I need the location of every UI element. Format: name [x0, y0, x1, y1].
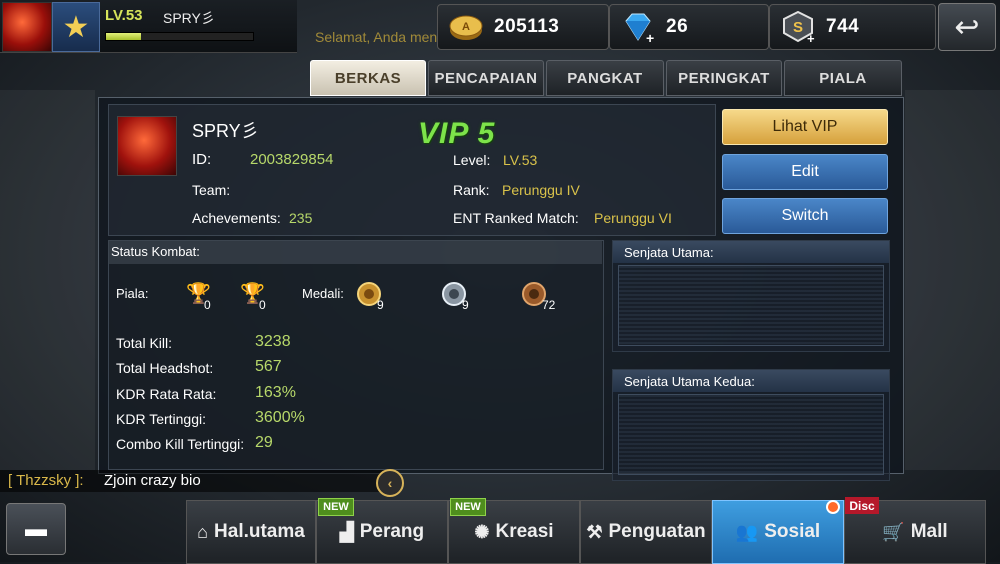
gold-currency[interactable]: A 205113	[437, 4, 609, 50]
silver-medal-count: 9	[462, 298, 469, 312]
s-coin-amount: 744	[826, 16, 860, 37]
back-arrow-icon: ↩	[954, 10, 980, 44]
stat-value: 163%	[255, 384, 296, 401]
gold-amount: 205113	[494, 16, 560, 37]
rank-star-icon: ★	[52, 2, 100, 52]
player-name: SPRY彡	[163, 10, 215, 26]
new-badge: NEW	[450, 498, 486, 516]
s-coin-currency[interactable]: S + 744	[769, 4, 936, 50]
tab-peringkat[interactable]: PERINGKAT	[666, 60, 782, 96]
stat-label: Total Headshot:	[116, 360, 214, 376]
menu-button[interactable]: ▬	[6, 503, 66, 555]
vip-level: VIP 5	[418, 117, 496, 150]
xp-bar-fill	[106, 33, 142, 40]
xp-bar	[105, 32, 254, 41]
silver-trophy-count: 0	[259, 298, 266, 312]
rank-value: Perunggu IV	[502, 182, 580, 198]
tab-pangkat[interactable]: PANGKAT	[546, 60, 664, 96]
chevron-left-icon: ‹	[387, 475, 393, 491]
profile-avatar[interactable]	[117, 116, 177, 176]
svg-text:S: S	[793, 19, 803, 36]
id-value: 2003829854	[250, 151, 334, 168]
new-badge: NEW	[318, 498, 354, 516]
player-level: LV.53	[105, 7, 143, 24]
stat-value: 3600%	[255, 409, 305, 426]
diamond-currency[interactable]: + 26	[609, 4, 769, 50]
player-avatar[interactable]	[2, 2, 52, 52]
discount-badge: Disc	[845, 497, 879, 514]
diamond-amount: 26	[666, 16, 689, 37]
nav-label: Kreasi	[495, 521, 554, 542]
secondary-weapon-slot[interactable]: Senjata Utama Kedua:	[612, 369, 890, 481]
home-icon: ⌂	[197, 521, 209, 542]
rank-label: Rank:	[453, 182, 490, 198]
nav-label: Sosial	[764, 521, 821, 542]
chat-user: [ Thzzsky ]:	[8, 472, 84, 489]
chat-menu-icon: ▬	[25, 516, 47, 541]
chat-collapse-button[interactable]: ‹	[376, 469, 404, 497]
pistol-icon: ▟	[339, 521, 354, 542]
nav-label: Hal.utama	[214, 521, 305, 542]
medal-label: Medali:	[302, 286, 344, 301]
s-coin-icon: S +	[783, 11, 815, 43]
nav-sosial[interactable]: 👥 Sosial	[712, 500, 844, 564]
tab-berkas[interactable]: BERKAS	[310, 60, 426, 96]
stat-label: Total Kill:	[116, 335, 173, 351]
back-button[interactable]: ↩	[938, 3, 996, 51]
stat-label: KDR Tertinggi:	[116, 411, 207, 427]
gold-coin-icon: A	[449, 15, 483, 40]
svg-text:A: A	[462, 21, 470, 33]
cart-icon: 🛒	[882, 521, 905, 542]
level-value: LV.53	[503, 152, 538, 168]
gold-trophy-count: 0	[204, 298, 211, 312]
switch-button[interactable]: Switch	[722, 198, 888, 234]
svg-text:+: +	[646, 30, 654, 43]
chat-line[interactable]: [ Thzzsky ]: Zjoin crazy bio	[0, 470, 390, 492]
nav-label: Penguatan	[608, 521, 706, 542]
primary-weapon-slot[interactable]: Senjata Utama:	[612, 240, 890, 352]
secondary-weapon-label: Senjata Utama Kedua:	[624, 374, 755, 389]
notification-dot	[826, 500, 840, 514]
profile-name: SPRY彡	[192, 121, 259, 141]
nav-label: Mall	[910, 521, 948, 542]
tab-pencapaian[interactable]: PENCAPAIAN	[428, 60, 544, 96]
trophy-label: Piala:	[116, 286, 149, 301]
nav-penguatan[interactable]: ⚒ Penguatan	[580, 500, 712, 564]
achievements-label: Achevements:	[192, 210, 281, 226]
achievements-value: 235	[289, 210, 313, 226]
nav-label: Perang	[359, 521, 425, 542]
view-vip-button[interactable]: Lihat VIP	[722, 109, 888, 145]
chat-message: Zjoin crazy bio	[104, 472, 201, 489]
tab-piala[interactable]: PIALA	[784, 60, 902, 96]
level-label: Level:	[453, 152, 491, 168]
id-label: ID:	[192, 151, 212, 168]
gold-medal-count: 9	[377, 298, 384, 312]
team-label: Team:	[192, 182, 231, 198]
stat-label: KDR Rata Rata:	[116, 386, 217, 402]
primary-weapon-label: Senjata Utama:	[624, 245, 714, 260]
bronze-medal-count: 72	[542, 298, 556, 312]
edit-button[interactable]: Edit	[722, 154, 888, 190]
ent-ranked-value: Perunggu VI	[594, 210, 672, 226]
ent-ranked-label: ENT Ranked Match:	[453, 210, 579, 226]
people-icon: 👥	[735, 521, 759, 542]
svg-text:+: +	[807, 31, 815, 43]
nav-home[interactable]: ⌂ Hal.utama	[186, 500, 316, 564]
hammer-icon: ⚒	[586, 521, 603, 542]
stat-label: Combo Kill Tertinggi:	[116, 436, 245, 452]
stat-value: 29	[255, 434, 273, 451]
player-header[interactable]: ★ LV.53 SPRY彡	[0, 0, 297, 53]
combat-status-title: Status Kombat:	[111, 244, 200, 259]
stat-value: 3238	[255, 333, 291, 350]
bulb-icon: ✺	[474, 521, 490, 542]
stat-value: 567	[255, 358, 282, 375]
diamond-icon: +	[625, 13, 654, 43]
